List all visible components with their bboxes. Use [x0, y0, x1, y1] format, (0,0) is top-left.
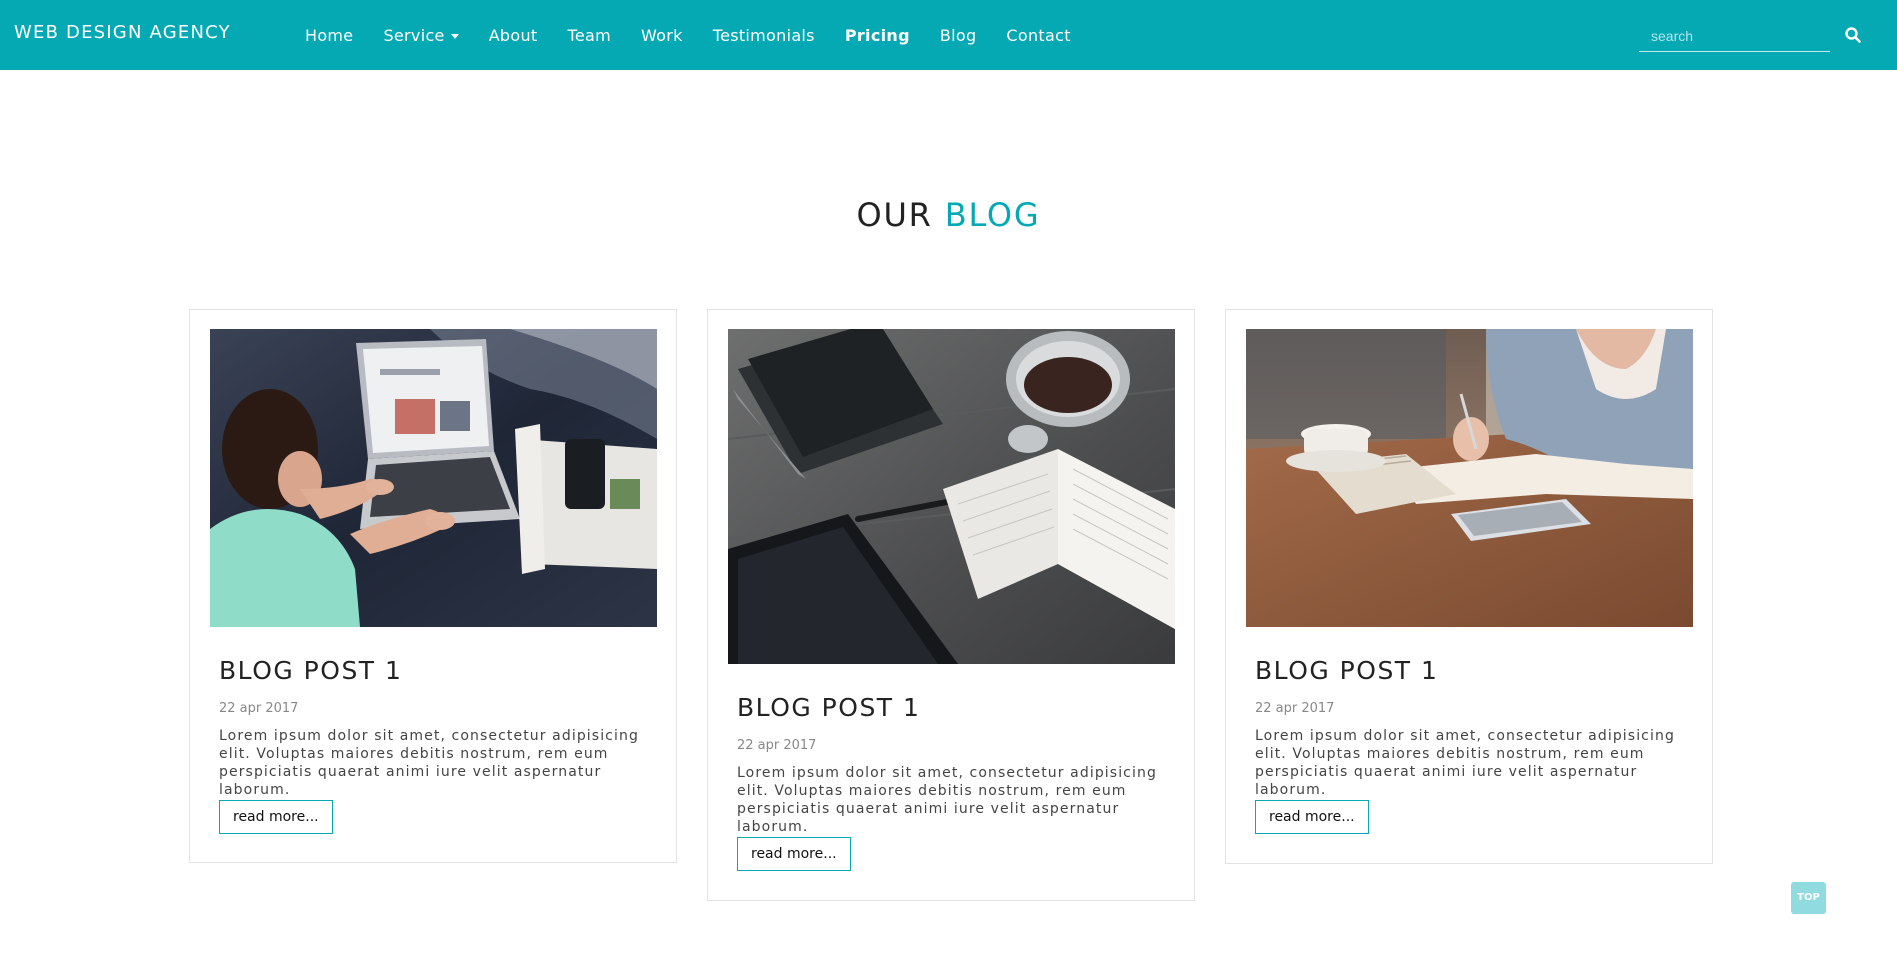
blog-post-excerpt: Lorem ipsum dolor sit amet, consectetur … [219, 728, 639, 798]
blog-post-date: 22 apr 2017 [737, 738, 817, 753]
nav-item-contact[interactable]: Contact [991, 26, 1085, 45]
notebook-coffee-image [728, 329, 1175, 664]
blog-card: BLOG POST 1 22 apr 2017 Lorem ipsum dolo… [189, 309, 677, 863]
blog-post-excerpt: Lorem ipsum dolor sit amet, consectetur … [1255, 728, 1675, 798]
read-more-button[interactable]: read more... [1255, 800, 1369, 834]
blog-post-image[interactable] [1246, 329, 1693, 627]
nav-item-testimonials[interactable]: Testimonials [698, 26, 830, 45]
nav-item-team[interactable]: Team [553, 26, 627, 45]
blog-post-title[interactable]: BLOG POST 1 [737, 693, 920, 722]
laptop-workspace-image [210, 329, 657, 627]
writing-desk-image [1246, 329, 1693, 627]
nav-item-blog[interactable]: Blog [925, 26, 992, 45]
blog-post-date: 22 apr 2017 [219, 701, 299, 716]
section-title-main: OUR [856, 196, 945, 234]
nav-item-pricing[interactable]: Pricing [830, 26, 925, 45]
search-box [1639, 20, 1830, 52]
nav-item-about[interactable]: About [474, 26, 553, 45]
top-navbar: WEB DESIGN AGENCY Home Service About Tea… [0, 0, 1897, 70]
blog-post-title[interactable]: BLOG POST 1 [219, 656, 402, 685]
nav-item-work[interactable]: Work [626, 26, 698, 45]
nav-item-service-label: Service [383, 25, 445, 45]
search-icon[interactable] [1844, 26, 1862, 44]
brand-logo[interactable]: WEB DESIGN AGENCY [14, 22, 231, 43]
section-title: OUR BLOG [0, 196, 1897, 234]
blog-post-title[interactable]: BLOG POST 1 [1255, 656, 1438, 685]
blog-post-excerpt: Lorem ipsum dolor sit amet, consectetur … [737, 765, 1157, 835]
read-more-button[interactable]: read more... [219, 800, 333, 834]
nav-item-service[interactable]: Service [368, 26, 473, 45]
read-more-button[interactable]: read more... [737, 837, 851, 871]
blog-post-image[interactable] [728, 329, 1175, 664]
blog-card: BLOG POST 1 22 apr 2017 Lorem ipsum dolo… [707, 309, 1195, 901]
blog-post-date: 22 apr 2017 [1255, 701, 1335, 716]
blog-post-image[interactable] [210, 329, 657, 627]
section-title-accent: BLOG [944, 196, 1041, 234]
blog-card: BLOG POST 1 22 apr 2017 Lorem ipsum dolo… [1225, 309, 1713, 864]
main-nav: Home Service About Team Work Testimonial… [290, 0, 1086, 70]
nav-item-home[interactable]: Home [290, 26, 368, 45]
search-input[interactable] [1639, 20, 1830, 51]
back-to-top-button[interactable]: TOP [1791, 882, 1826, 914]
chevron-down-icon [450, 33, 459, 39]
